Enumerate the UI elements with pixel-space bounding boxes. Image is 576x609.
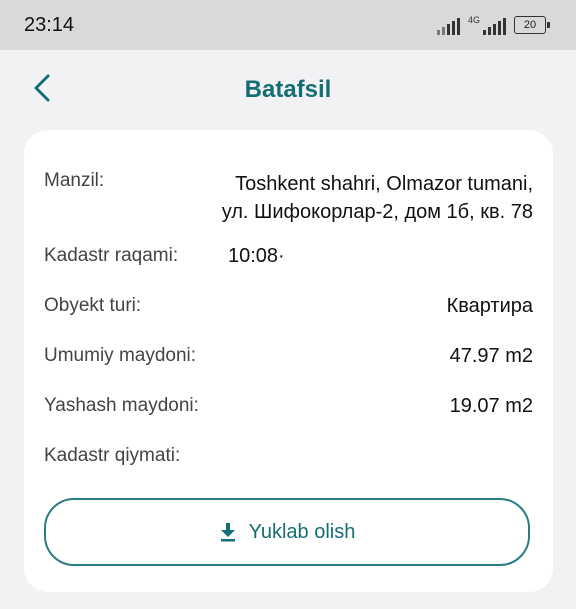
download-button[interactable]: Yuklab olish (44, 498, 530, 566)
page-header: Batafsil (0, 50, 576, 128)
download-label: Yuklab olish (248, 520, 356, 543)
cadastral-number-value: 10:08· (228, 245, 285, 267)
address-line-1: Toshkent shahri, Olmazor tumani, (235, 173, 533, 195)
battery-icon: 20 (514, 16, 550, 34)
total-area-label: Umumiy maydoni: (44, 345, 197, 366)
total-area-value: 47.97 m2 (449, 345, 533, 367)
object-type-label: Obyekt turi: (44, 295, 142, 316)
cadastral-number-label: Kadastr raqami: (44, 245, 179, 266)
status-time: 23:14 (24, 14, 75, 36)
living-area-label: Yashash maydoni: (44, 395, 199, 416)
living-area-value: 19.07 m2 (449, 395, 533, 417)
object-type-value: Квартира (446, 295, 533, 317)
address-line-2: ул. Шифокорлар-2, дом 1б, кв. 78 (221, 201, 533, 223)
details-card: Manzil: Toshkent shahri, Olmazor tumani,… (24, 130, 553, 592)
cadastral-value-label: Kadastr qiymati: (44, 445, 181, 466)
network-type-label: 4G (467, 15, 480, 25)
address-label: Manzil: (44, 170, 105, 191)
download-icon (220, 523, 235, 542)
status-bar: 23:14 4G 20 (0, 0, 576, 50)
page-title: Batafsil (244, 76, 332, 103)
address-value: Toshkent shahri, Olmazor tumani, ул. Шиф… (156, 170, 533, 226)
status-icons: 4G 20 (436, 13, 550, 37)
wifi-signal-icon (436, 15, 460, 35)
cellular-signal-icon: 4G (468, 15, 506, 35)
